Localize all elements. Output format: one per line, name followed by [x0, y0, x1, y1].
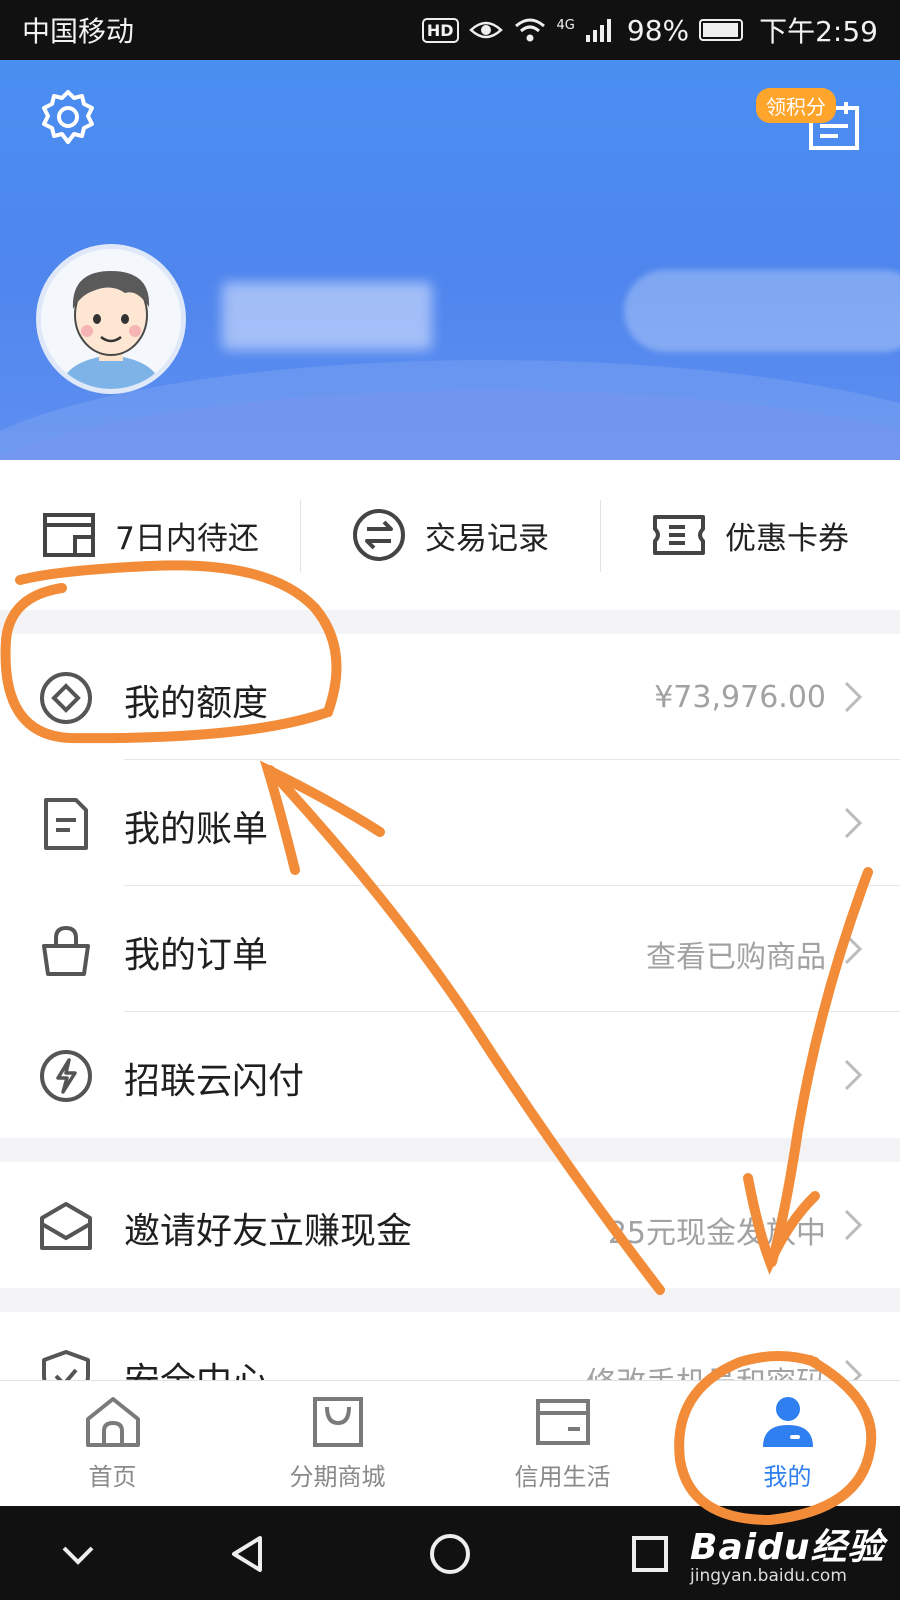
back-icon[interactable] — [226, 1532, 270, 1576]
menu-item-label: 招联云闪付 — [124, 1061, 305, 1102]
eye-icon — [468, 21, 503, 39]
tab-home[interactable]: 首页 — [0, 1381, 225, 1506]
menu-item-orders[interactable]: 我的订单 查看已购商品 — [0, 886, 900, 1012]
earn-points-button[interactable]: 领积分 — [756, 88, 866, 178]
mall-bag-icon — [312, 1397, 363, 1447]
chevron-down-icon[interactable] — [56, 1532, 100, 1576]
signal-icon — [585, 19, 611, 42]
tab-mall[interactable]: 分期商城 — [225, 1381, 450, 1506]
chevron-right-icon — [844, 807, 863, 839]
member-button-blurred[interactable] — [624, 270, 900, 352]
gear-icon[interactable] — [38, 88, 98, 148]
tab-label: 信用生活 — [514, 1463, 611, 1491]
chevron-right-icon — [844, 1209, 863, 1241]
tab-mine[interactable]: 我的 — [675, 1381, 900, 1506]
shopping-bag-icon — [42, 925, 90, 976]
quick-action-label: 7日内待还 — [115, 520, 259, 557]
tab-label: 分期商城 — [289, 1463, 386, 1491]
menu-item-quickpass[interactable]: 招联云闪付 — [0, 1012, 900, 1138]
battery-percent: 98% — [626, 13, 690, 47]
menu-item-label: 我的账单 — [124, 809, 269, 850]
invite-hint: 25元现金发放中 — [607, 1216, 826, 1251]
exchange-icon — [353, 509, 405, 561]
tab-label: 我的 — [763, 1463, 812, 1491]
quick-action-coupons[interactable]: 优惠卡券 — [600, 460, 900, 610]
wifi-icon — [514, 18, 545, 42]
coupon-icon — [653, 515, 705, 555]
menu-item-bills[interactable]: 我的账单 — [0, 760, 900, 886]
quick-action-label: 优惠卡券 — [725, 520, 849, 557]
chevron-right-icon — [844, 1059, 863, 1091]
watermark-brand: Baidu经验 — [690, 1527, 885, 1568]
person-icon — [762, 1397, 813, 1447]
tab-credit-life[interactable]: 信用生活 — [450, 1381, 675, 1506]
quick-actions: 7日内待还 交易记录 优惠卡券 — [0, 460, 900, 610]
card-icon — [535, 1399, 590, 1445]
bottom-tab-bar: 首页 分期商城 信用生活 我的 — [0, 1380, 900, 1506]
network-type: 4G — [556, 18, 575, 33]
points-badge: 领积分 — [756, 88, 836, 123]
chevron-right-icon — [844, 933, 863, 965]
quick-action-label: 交易记录 — [425, 520, 549, 557]
avatar[interactable] — [36, 244, 186, 394]
menu-item-label: 邀请好友立赚现金 — [124, 1211, 413, 1252]
quick-action-transactions[interactable]: 交易记录 — [300, 460, 600, 610]
status-bar: 中国移动 HD 4G 98% 下午2:59 — [0, 0, 900, 60]
profile-header: 领积分 — [0, 60, 900, 460]
menu-item-label: 我的额度 — [124, 683, 269, 724]
menu-item-invite[interactable]: 邀请好友立赚现金 25元现金发放中 — [0, 1162, 900, 1288]
avatar-illustration — [41, 249, 181, 389]
tab-label: 首页 — [88, 1463, 137, 1491]
bill-icon — [44, 798, 88, 850]
wallet-icon — [43, 513, 96, 557]
menu-item-credit-limit[interactable]: 我的额度 ¥73,976.00 — [0, 634, 900, 760]
recents-icon[interactable] — [628, 1532, 672, 1576]
credit-limit-value: ¥73,976.00 — [654, 680, 826, 715]
battery-icon — [699, 19, 744, 41]
diamond-icon — [40, 672, 92, 724]
username-blurred — [222, 282, 432, 350]
home-icon — [85, 1397, 140, 1447]
orders-hint: 查看已购商品 — [646, 940, 826, 975]
carrier-name: 中国移动 — [22, 15, 135, 48]
chevron-right-icon — [844, 681, 863, 713]
hd-indicator: HD — [421, 17, 459, 43]
menu-item-label: 我的订单 — [124, 935, 269, 976]
envelope-icon — [40, 1202, 92, 1250]
clock: 下午2:59 — [759, 15, 878, 48]
quick-action-due-7days[interactable]: 7日内待还 — [0, 460, 300, 610]
baidu-watermark: Baidu经验 jingyan.baidu.com — [690, 1518, 884, 1586]
home-circle-icon[interactable] — [428, 1532, 472, 1576]
lightning-icon — [40, 1050, 92, 1102]
